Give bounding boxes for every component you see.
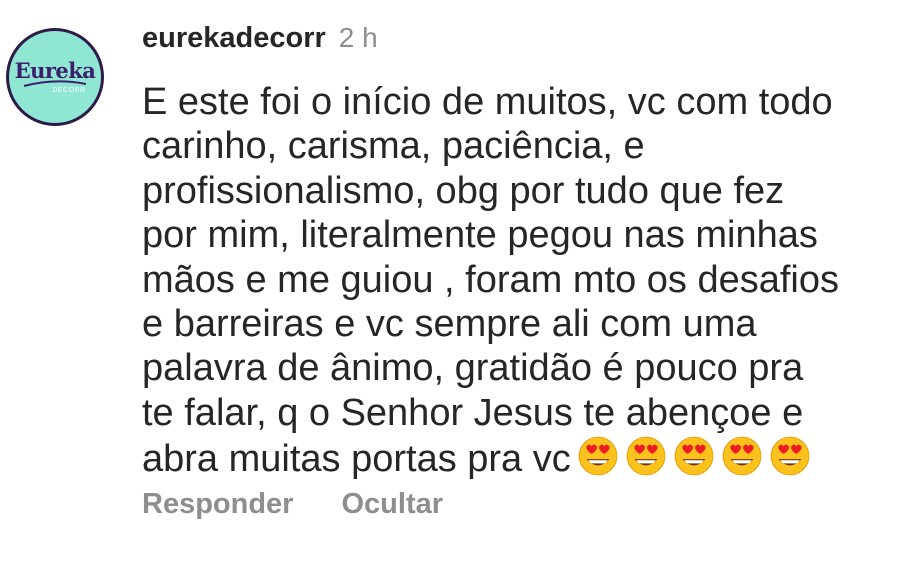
username[interactable]: eurekadecorr xyxy=(142,22,326,55)
smiling-face-with-heart-eyes-icon xyxy=(722,436,762,476)
avatar-logo: Eureka DECORR xyxy=(9,31,101,123)
smiling-face-with-heart-eyes-icon xyxy=(578,436,618,476)
hide-button[interactable]: Ocultar xyxy=(341,488,443,521)
reply-button[interactable]: Responder xyxy=(142,488,293,521)
smiling-face-with-heart-eyes-icon xyxy=(674,436,714,476)
comment-header: eurekadecorr 2 h xyxy=(142,22,378,64)
timestamp: 2 h xyxy=(338,22,378,53)
comment: Eureka DECORR eurekadecorr 2 h E este fo… xyxy=(0,0,911,571)
smiling-face-with-heart-eyes-icon xyxy=(770,436,810,476)
comment-text: E este foi o início de muitos, vc com to… xyxy=(142,81,839,481)
logo-subtext: DECORR xyxy=(52,86,86,94)
comment-actions: Responder Ocultar xyxy=(142,488,443,521)
logo-text: Eureka xyxy=(14,57,96,83)
avatar[interactable]: Eureka DECORR xyxy=(6,28,104,126)
emoji-row xyxy=(577,435,817,477)
comment-body: E este foi o início de muitos, vc com to… xyxy=(142,80,892,482)
smiling-face-with-heart-eyes-icon xyxy=(626,436,666,476)
